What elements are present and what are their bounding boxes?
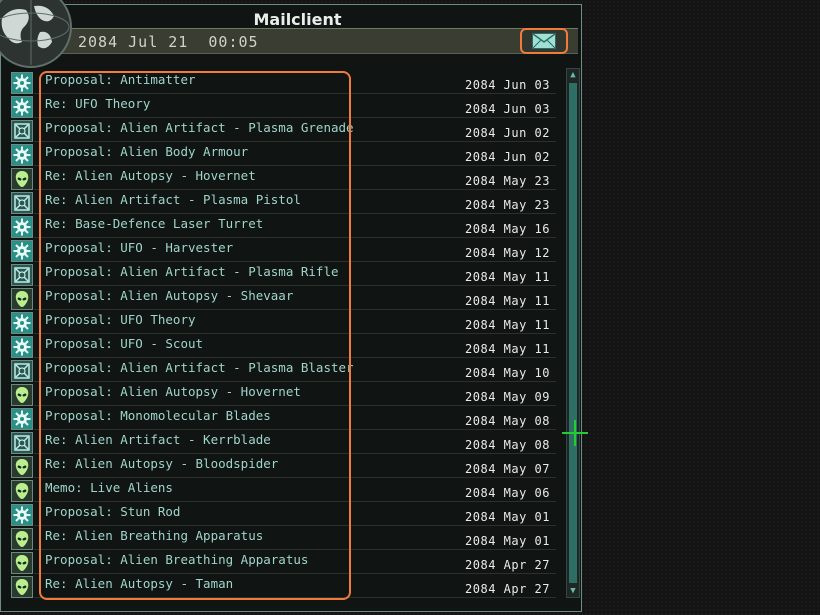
gear-icon (11, 504, 33, 526)
mail-date: 2084 Jun 02 (465, 126, 550, 140)
mail-date: 2084 Jun 02 (465, 150, 550, 164)
gear-icon (11, 144, 33, 166)
mail-subject[interactable]: Proposal: Stun Rod (45, 504, 180, 519)
mail-date: 2084 May 01 (465, 510, 550, 524)
gear-icon (11, 336, 33, 358)
mail-row[interactable]: Re: Alien Autopsy - Hovernet 2084 May 23 (10, 166, 556, 190)
mail-row[interactable]: Proposal: Alien Autopsy - Hovernet 2084 M… (10, 382, 556, 406)
mail-date: 2084 Jun 03 (465, 102, 550, 116)
mail-date: 2084 May 23 (465, 174, 550, 188)
mail-row[interactable]: Proposal: UFO - Scout 2084 May 11 (10, 334, 556, 358)
mail-row[interactable]: Proposal: Antimatter 2084 Jun 03 (10, 70, 556, 94)
mail-date: 2084 May 06 (465, 486, 550, 500)
mail-row[interactable]: Proposal: Monomolecular Blades 2084 May 0… (10, 406, 556, 430)
mail-row[interactable]: Proposal: Alien Breathing Apparatus 2084 … (10, 550, 556, 574)
mail-row[interactable]: Proposal: Alien Artifact - Plasma Grenad… (10, 118, 556, 142)
artifact-icon (11, 120, 33, 142)
mail-date: 2084 May 12 (465, 246, 550, 260)
mail-date: 2084 May 08 (465, 438, 550, 452)
gear-icon (11, 312, 33, 334)
mail-subject[interactable]: Proposal: Monomolecular Blades (45, 408, 271, 423)
mail-row[interactable]: Re: Alien Autopsy - Taman 2084 Apr 27 (10, 574, 556, 598)
mail-subject[interactable]: Memo: Live Aliens (45, 480, 173, 495)
mail-row[interactable]: Proposal: Stun Rod 2084 May 01 (10, 502, 556, 526)
mail-date: 2084 May 01 (465, 534, 550, 548)
mail-subject[interactable]: Re: UFO Theory (45, 96, 150, 111)
mail-subject[interactable]: Proposal: Alien Artifact - Plasma Blaste… (45, 360, 354, 375)
alien-icon (11, 552, 33, 574)
mail-subject[interactable]: Re: Alien Autopsy - Bloodspider (45, 456, 278, 471)
artifact-icon (11, 264, 33, 286)
mail-subject[interactable]: Proposal: Alien Artifact - Plasma Rifle (45, 264, 339, 279)
mail-subject[interactable]: Proposal: Alien Breathing Apparatus (45, 552, 308, 567)
crosshair-cursor-icon (562, 420, 588, 446)
mail-row[interactable]: Proposal: Alien Body Armour 2084 Jun 02 (10, 142, 556, 166)
mail-subject[interactable]: Proposal: Antimatter (45, 72, 196, 87)
scrollbar[interactable]: ▲ ▼ (566, 68, 580, 598)
mail-row[interactable]: Re: Alien Autopsy - Bloodspider 2084 May … (10, 454, 556, 478)
gear-icon (11, 216, 33, 238)
envelope-icon (532, 33, 556, 49)
mail-row[interactable]: Re: Alien Artifact - Plasma Pistol 2084 M… (10, 190, 556, 214)
alien-icon (11, 480, 33, 502)
mail-row[interactable]: Proposal: Alien Artifact - Plasma Blaste… (10, 358, 556, 382)
mail-row[interactable]: Proposal: Alien Artifact - Plasma Rifle 2… (10, 262, 556, 286)
gear-icon (11, 240, 33, 262)
mail-row[interactable]: Proposal: Alien Autopsy - Shevaar 2084 Ma… (10, 286, 556, 310)
gear-icon (11, 72, 33, 94)
mail-subject[interactable]: Re: Alien Artifact - Kerrblade (45, 432, 271, 447)
alien-icon (11, 168, 33, 190)
mail-date: 2084 May 16 (465, 222, 550, 236)
mail-date: 2084 May 11 (465, 294, 550, 308)
mail-row[interactable]: Proposal: UFO - Harvester 2084 May 12 (10, 238, 556, 262)
mail-row[interactable]: Re: UFO Theory 2084 Jun 03 (10, 94, 556, 118)
mail-date: 2084 May 10 (465, 366, 550, 380)
mail-subject[interactable]: Re: Alien Breathing Apparatus (45, 528, 263, 543)
mail-subject[interactable]: Proposal: UFO - Harvester (45, 240, 233, 255)
mail-date: 2084 Jun 03 (465, 78, 550, 92)
scroll-down-arrow-icon[interactable]: ▼ (567, 585, 579, 597)
mail-list: Proposal: Antimatter 2084 Jun 03 Re: UFO T… (10, 70, 556, 598)
mail-subject[interactable]: Re: Alien Autopsy - Hovernet (45, 168, 256, 183)
mail-subject[interactable]: Proposal: UFO Theory (45, 312, 196, 327)
mail-date: 2084 Apr 27 (465, 558, 550, 572)
mail-row[interactable]: Proposal: UFO Theory 2084 May 11 (10, 310, 556, 334)
mail-subject[interactable]: Re: Alien Artifact - Plasma Pistol (45, 192, 301, 207)
mail-subject[interactable]: Proposal: Alien Autopsy - Hovernet (45, 384, 301, 399)
mail-date: 2084 May 23 (465, 198, 550, 212)
row-divider (34, 597, 556, 598)
mail-date: 2084 May 07 (465, 462, 550, 476)
mail-row[interactable]: Memo: Live Aliens 2084 May 06 (10, 478, 556, 502)
scrollbar-thumb[interactable] (569, 83, 577, 583)
mail-row[interactable]: Re: Base-Defence Laser Turret 2084 May 16 (10, 214, 556, 238)
mail-date: 2084 May 08 (465, 414, 550, 428)
mail-row[interactable]: Re: Alien Breathing Apparatus 2084 May 01 (10, 526, 556, 550)
mail-subject[interactable]: Proposal: Alien Body Armour (45, 144, 248, 159)
mail-date: 2084 May 09 (465, 390, 550, 404)
scroll-up-arrow-icon[interactable]: ▲ (567, 69, 579, 81)
window-title: Mailclient (253, 10, 342, 29)
mail-subject[interactable]: Proposal: UFO - Scout (45, 336, 203, 351)
gear-icon (11, 96, 33, 118)
mail-date: 2084 May 11 (465, 342, 550, 356)
mail-subject[interactable]: Re: Base-Defence Laser Turret (45, 216, 263, 231)
alien-icon (11, 384, 33, 406)
alien-icon (11, 456, 33, 478)
artifact-icon (11, 432, 33, 454)
gear-icon (11, 408, 33, 430)
mail-date: 2084 May 11 (465, 318, 550, 332)
mail-row[interactable]: Re: Alien Artifact - Kerrblade 2084 May 0… (10, 430, 556, 454)
mail-subject[interactable]: Proposal: Alien Autopsy - Shevaar (45, 288, 293, 303)
artifact-icon (11, 192, 33, 214)
current-datetime: 2084 Jul 21 00:05 (78, 33, 259, 51)
alien-icon (11, 576, 33, 598)
mail-date: 2084 Apr 27 (465, 582, 550, 596)
compose-mail-button[interactable] (520, 28, 568, 54)
mail-date: 2084 May 11 (465, 270, 550, 284)
artifact-icon (11, 360, 33, 382)
alien-icon (11, 288, 33, 310)
mail-subject[interactable]: Re: Alien Autopsy - Taman (45, 576, 233, 591)
mail-subject[interactable]: Proposal: Alien Artifact - Plasma Grenad… (45, 120, 354, 135)
alien-icon (11, 528, 33, 550)
